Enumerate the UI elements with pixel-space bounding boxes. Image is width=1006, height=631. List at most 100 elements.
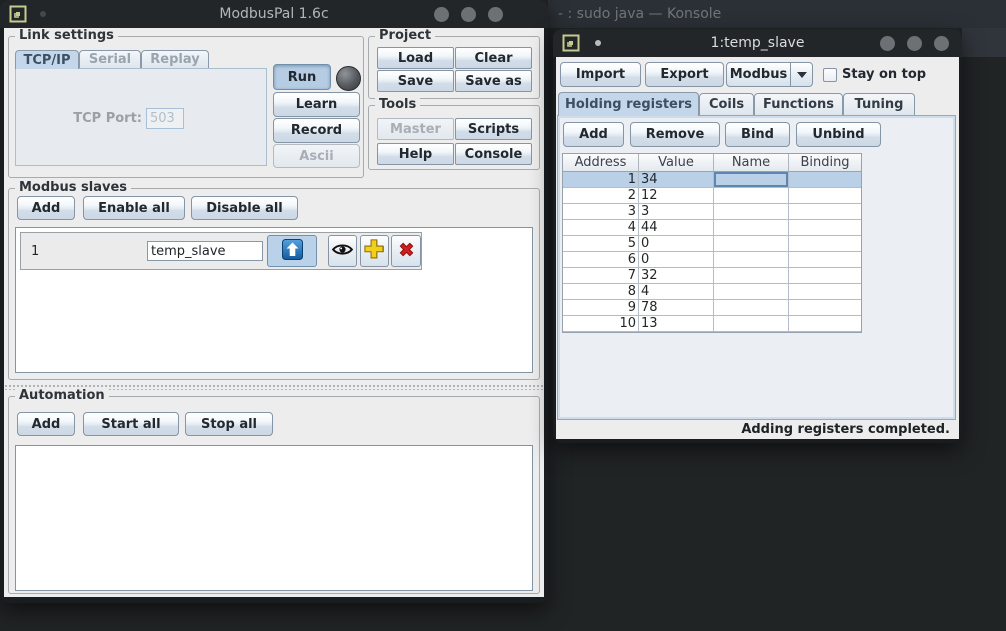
register-table-header[interactable]: Address Value Name Binding bbox=[563, 154, 861, 172]
cell-addr[interactable]: 4 bbox=[563, 220, 639, 236]
cell-bind[interactable] bbox=[789, 188, 861, 204]
load-button[interactable]: Load bbox=[377, 47, 454, 69]
cell-name[interactable] bbox=[714, 284, 789, 300]
column-header-address[interactable]: Address bbox=[563, 154, 639, 172]
table-row[interactable]: 60 bbox=[563, 252, 861, 268]
cell-name[interactable] bbox=[714, 204, 789, 220]
cell-val[interactable]: 12 bbox=[639, 188, 714, 204]
slaves-add-button[interactable]: Add bbox=[17, 196, 75, 220]
cell-addr[interactable]: 1 bbox=[563, 172, 639, 188]
cell-val[interactable]: 4 bbox=[639, 284, 714, 300]
cell-val[interactable]: 44 bbox=[639, 220, 714, 236]
record-button[interactable]: Record bbox=[273, 118, 360, 143]
tcp-port-input[interactable] bbox=[146, 108, 184, 129]
minimize-button[interactable] bbox=[434, 7, 449, 22]
cell-name[interactable] bbox=[714, 316, 789, 332]
stay-on-top-checkbox[interactable] bbox=[823, 68, 837, 82]
cell-addr[interactable]: 10 bbox=[563, 316, 639, 332]
tab-replay[interactable]: Replay bbox=[141, 50, 209, 68]
clear-button[interactable]: Clear bbox=[455, 47, 532, 69]
cell-addr[interactable]: 7 bbox=[563, 268, 639, 284]
cell-name[interactable] bbox=[714, 188, 789, 204]
modbuspal-titlebar[interactable]: ModbusPal 1.6c bbox=[0, 0, 548, 28]
table-row[interactable]: 1013 bbox=[563, 316, 861, 332]
cell-addr[interactable]: 8 bbox=[563, 284, 639, 300]
cell-bind[interactable] bbox=[789, 172, 861, 188]
cell-val[interactable]: 0 bbox=[639, 252, 714, 268]
slave-window-titlebar[interactable]: 1:temp_slave bbox=[553, 29, 962, 57]
tab-tuning[interactable]: Tuning bbox=[843, 93, 915, 115]
slave-row[interactable]: 1 bbox=[20, 232, 422, 270]
save-button[interactable]: Save bbox=[377, 70, 454, 92]
stop-all-button[interactable]: Stop all bbox=[185, 412, 273, 436]
cell-bind[interactable] bbox=[789, 316, 861, 332]
cell-name[interactable] bbox=[714, 220, 789, 236]
slave-view-button[interactable] bbox=[328, 235, 357, 267]
maximize-button[interactable] bbox=[907, 36, 922, 51]
register-remove-button[interactable]: Remove bbox=[630, 122, 720, 147]
save-as-button[interactable]: Save as bbox=[455, 70, 532, 92]
export-button[interactable]: Export bbox=[645, 62, 724, 87]
cell-name[interactable] bbox=[714, 172, 789, 188]
maximize-button[interactable] bbox=[461, 7, 476, 22]
column-header-value[interactable]: Value bbox=[639, 154, 714, 172]
cell-name[interactable] bbox=[714, 300, 789, 316]
column-header-name[interactable]: Name bbox=[714, 154, 789, 172]
start-all-button[interactable]: Start all bbox=[83, 412, 179, 436]
cell-val[interactable]: 0 bbox=[639, 236, 714, 252]
cell-bind[interactable] bbox=[789, 204, 861, 220]
automation-add-button[interactable]: Add bbox=[17, 412, 75, 436]
cell-bind[interactable] bbox=[789, 268, 861, 284]
cell-addr[interactable]: 6 bbox=[563, 252, 639, 268]
run-button[interactable]: Run bbox=[273, 64, 331, 90]
register-add-button[interactable]: Add bbox=[563, 122, 624, 147]
cell-addr[interactable]: 9 bbox=[563, 300, 639, 316]
cell-bind[interactable] bbox=[789, 220, 861, 236]
cell-val[interactable]: 78 bbox=[639, 300, 714, 316]
cell-name[interactable] bbox=[714, 268, 789, 284]
cell-val[interactable]: 3 bbox=[639, 204, 714, 220]
ascii-button[interactable]: Ascii bbox=[273, 144, 360, 168]
table-row[interactable]: 732 bbox=[563, 268, 861, 284]
close-button[interactable] bbox=[934, 36, 949, 51]
cell-bind[interactable] bbox=[789, 300, 861, 316]
slave-enabled-toggle[interactable] bbox=[267, 235, 317, 267]
register-unbind-button[interactable]: Unbind bbox=[796, 122, 881, 147]
cell-name[interactable] bbox=[714, 252, 789, 268]
cell-name[interactable] bbox=[714, 236, 789, 252]
import-button[interactable]: Import bbox=[560, 62, 641, 87]
slave-name-input[interactable] bbox=[147, 241, 263, 261]
enable-all-button[interactable]: Enable all bbox=[83, 196, 185, 220]
close-button[interactable] bbox=[488, 7, 503, 22]
cell-addr[interactable]: 2 bbox=[563, 188, 639, 204]
table-row[interactable]: 978 bbox=[563, 300, 861, 316]
table-row[interactable]: 84 bbox=[563, 284, 861, 300]
tab-coils[interactable]: Coils bbox=[699, 93, 754, 115]
tab-holding-registers[interactable]: Holding registers bbox=[558, 92, 699, 116]
cell-bind[interactable] bbox=[789, 252, 861, 268]
cell-val[interactable]: 34 bbox=[639, 172, 714, 188]
tab-serial[interactable]: Serial bbox=[79, 50, 141, 68]
table-row[interactable]: 444 bbox=[563, 220, 861, 236]
table-row[interactable]: 33 bbox=[563, 204, 861, 220]
console-button[interactable]: Console bbox=[455, 143, 532, 165]
binding-type-select[interactable]: Modbus bbox=[726, 62, 813, 87]
table-row[interactable]: 212 bbox=[563, 188, 861, 204]
cell-val[interactable]: 32 bbox=[639, 268, 714, 284]
tab-tcpip[interactable]: TCP/IP bbox=[15, 50, 79, 69]
cell-bind[interactable] bbox=[789, 236, 861, 252]
slave-automation-button[interactable] bbox=[360, 235, 389, 267]
disable-all-button[interactable]: Disable all bbox=[191, 196, 298, 220]
cell-bind[interactable] bbox=[789, 284, 861, 300]
help-button[interactable]: Help bbox=[377, 143, 454, 165]
column-header-binding[interactable]: Binding bbox=[789, 154, 861, 172]
cell-addr[interactable]: 5 bbox=[563, 236, 639, 252]
master-button[interactable]: Master bbox=[377, 118, 454, 140]
table-row[interactable]: 134 bbox=[563, 172, 861, 188]
minimize-button[interactable] bbox=[880, 36, 895, 51]
cell-addr[interactable]: 3 bbox=[563, 204, 639, 220]
tab-functions[interactable]: Functions bbox=[754, 93, 843, 115]
scripts-button[interactable]: Scripts bbox=[455, 118, 532, 140]
register-bind-button[interactable]: Bind bbox=[725, 122, 790, 147]
cell-val[interactable]: 13 bbox=[639, 316, 714, 332]
